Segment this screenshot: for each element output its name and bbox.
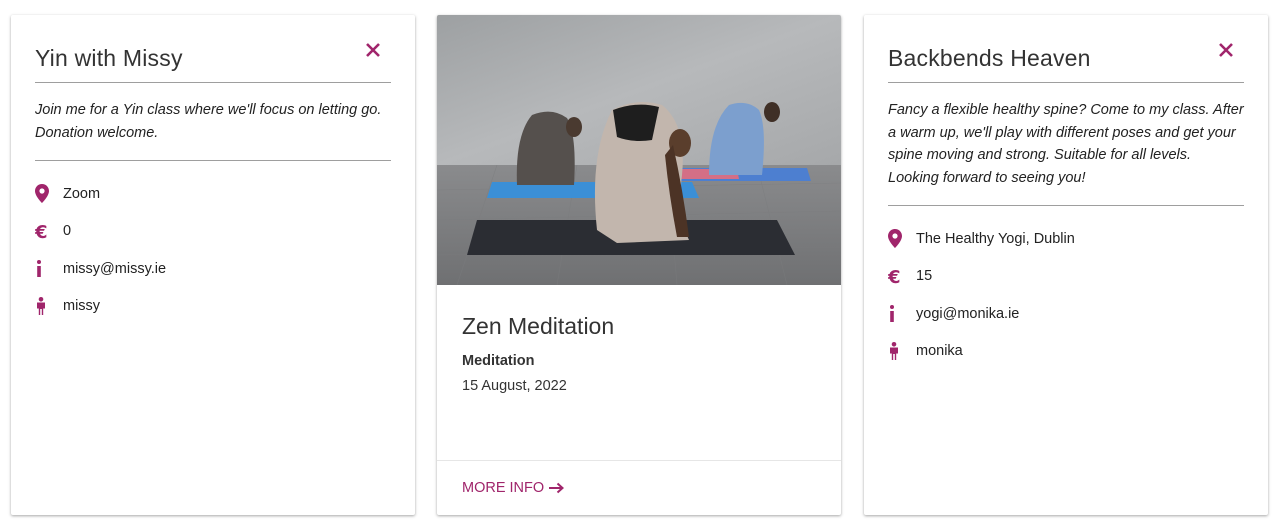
teacher-text: monika (916, 343, 963, 360)
svg-text:€: € (888, 268, 901, 284)
detail-contact: yogi@monika.ie (888, 295, 1244, 333)
detail-price: € 0 (35, 213, 391, 251)
location-pin-icon (888, 229, 912, 249)
card-description: Fancy a flexible healthy spine? Come to … (888, 83, 1244, 206)
card-title: Zen Meditation (462, 313, 615, 339)
info-icon (888, 305, 912, 323)
location-text: Zoom (63, 185, 101, 202)
teacher-text: missy (63, 298, 101, 315)
close-icon[interactable] (365, 42, 381, 58)
detail-teacher: monika (888, 333, 1244, 371)
card-title: Yin with Missy (35, 45, 183, 71)
yoga-backbend-photo (437, 15, 841, 285)
arrow-right-icon (549, 482, 565, 494)
svg-text:€: € (35, 223, 48, 239)
location-pin-icon (35, 184, 59, 204)
detail-location: The Healthy Yogi, Dublin (888, 220, 1244, 258)
card-details: Zoom € 0 missy@missy.ie missy (35, 161, 391, 325)
person-icon (35, 297, 59, 316)
card-reveal: Backbends Heaven Fancy a flexible health… (864, 15, 1268, 370)
card-description: Join me for a Yin class where we'll focu… (35, 83, 391, 161)
card-header: Yin with Missy (35, 15, 391, 83)
euro-icon: € (888, 268, 912, 284)
card-category: Meditation (462, 353, 535, 369)
card-header: Backbends Heaven (888, 15, 1244, 83)
more-info-link[interactable]: MORE INFO (462, 480, 565, 496)
price-text: 15 (916, 268, 933, 285)
card-details: The Healthy Yogi, Dublin € 15 yogi@monik… (888, 206, 1244, 370)
location-text: The Healthy Yogi, Dublin (916, 230, 1075, 247)
card-content: Zen Meditation Meditation 15 August, 202… (437, 285, 841, 460)
person-icon (888, 342, 912, 361)
close-icon[interactable] (1218, 42, 1234, 58)
detail-contact: missy@missy.ie (35, 250, 391, 288)
event-card-zen: Zen Meditation Meditation 15 August, 202… (437, 15, 841, 515)
price-text: 0 (63, 223, 72, 240)
card-action: MORE INFO (437, 460, 841, 515)
contact-text: missy@missy.ie (63, 260, 167, 277)
more-info-label: MORE INFO (462, 480, 545, 496)
contact-text: yogi@monika.ie (916, 305, 1020, 322)
card-reveal: Yin with Missy Join me for a Yin class w… (11, 15, 415, 325)
euro-icon: € (35, 223, 59, 239)
info-icon (35, 260, 59, 278)
detail-location: Zoom (35, 175, 391, 213)
card-title: Backbends Heaven (888, 45, 1091, 71)
detail-teacher: missy (35, 288, 391, 326)
detail-price: € 15 (888, 258, 1244, 296)
event-card-backbends: Backbends Heaven Fancy a flexible health… (864, 15, 1268, 515)
card-date: 15 August, 2022 (462, 378, 567, 394)
event-card-yin: Yin with Missy Join me for a Yin class w… (11, 15, 415, 515)
